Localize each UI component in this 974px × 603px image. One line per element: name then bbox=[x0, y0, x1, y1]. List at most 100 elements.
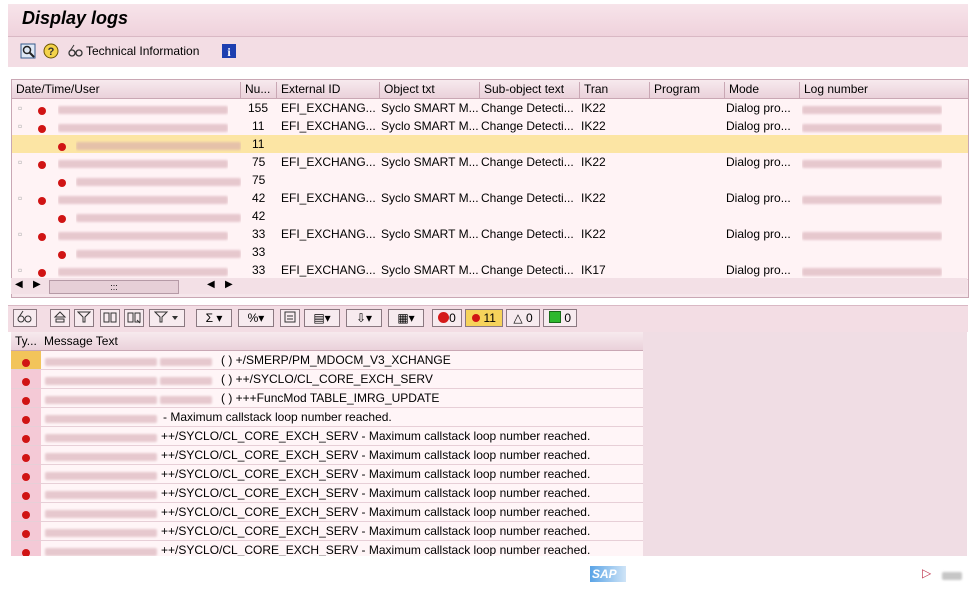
export-button[interactable]: ⇩▾ bbox=[346, 309, 382, 327]
print-button[interactable] bbox=[280, 309, 300, 327]
stop-messages-button[interactable]: 0 bbox=[432, 309, 462, 327]
transaction-code: IK22 bbox=[581, 191, 606, 205]
sub-object-text: Change Detecti... bbox=[481, 227, 574, 241]
table-row[interactable]: 42 bbox=[12, 207, 968, 226]
filter-button[interactable] bbox=[74, 309, 94, 327]
warning-count: 0 bbox=[525, 311, 533, 325]
table-row[interactable]: ▫ 11 EFI_EXCHANG... Syclo SMART M... Cha… bbox=[12, 117, 968, 136]
error-status-icon bbox=[58, 176, 66, 190]
info-messages-button[interactable]: 0 bbox=[543, 309, 577, 327]
message-row[interactable]: ++/SYCLO/CL_CORE_EXCH_SERV - Maximum cal… bbox=[11, 427, 643, 446]
sub-object-text: Change Detecti... bbox=[481, 263, 574, 277]
external-id: EFI_EXCHANG... bbox=[281, 191, 376, 205]
status-expand-icon[interactable]: ▷ bbox=[922, 566, 931, 580]
message-text: ( ) ++/SYCLO/CL_CORE_EXCH_SERV bbox=[221, 372, 433, 386]
col-message-text[interactable]: Message Text bbox=[44, 334, 118, 348]
col-number[interactable]: Nu... bbox=[241, 82, 277, 98]
sigma-icon: Σ ▾ bbox=[205, 311, 223, 325]
error-icon bbox=[22, 356, 30, 370]
col-type[interactable]: Ty... bbox=[15, 334, 37, 348]
warning-messages-button[interactable]: △ 0 bbox=[506, 309, 540, 327]
message-row[interactable]: ++/SYCLO/CL_CORE_EXCH_SERV - Maximum cal… bbox=[11, 465, 643, 484]
message-row[interactable]: ++/SYCLO/CL_CORE_EXCH_SERV - Maximum cal… bbox=[11, 484, 643, 503]
details-glasses-button[interactable] bbox=[13, 309, 37, 327]
sort-ascending-button[interactable] bbox=[50, 309, 70, 327]
message-count: 33 bbox=[252, 263, 266, 277]
message-row[interactable]: ++/SYCLO/CL_CORE_EXCH_SERV - Maximum cal… bbox=[11, 503, 643, 522]
help-icon[interactable]: ? bbox=[43, 43, 59, 59]
log-header-table: Date/Time/User Nu... External ID Object … bbox=[11, 79, 969, 298]
sub-object-text: Change Detecti... bbox=[481, 191, 574, 205]
problem-class-text bbox=[76, 246, 241, 260]
views-button[interactable]: ▤▾ bbox=[304, 309, 340, 327]
message-row[interactable]: ( ) +++FuncMod TABLE_IMRG_UPDATE bbox=[11, 389, 643, 408]
expand-node-icon[interactable]: ▫ bbox=[18, 191, 22, 205]
table-row-selected[interactable]: 11 bbox=[12, 135, 968, 154]
expand-node-icon[interactable]: ▫ bbox=[18, 101, 22, 115]
col-program[interactable]: Program bbox=[650, 82, 725, 98]
expand-node-icon[interactable]: ▫ bbox=[18, 155, 22, 169]
subtotal-button[interactable]: %▾ bbox=[238, 309, 274, 327]
print-icon bbox=[284, 311, 296, 323]
table-row[interactable]: ▫ 75 EFI_EXCHANG... Syclo SMART M... Cha… bbox=[12, 153, 968, 172]
message-row[interactable]: ++/SYCLO/CL_CORE_EXCH_SERV - Maximum cal… bbox=[11, 522, 643, 541]
col-log-number[interactable]: Log number bbox=[800, 82, 968, 98]
col-tran[interactable]: Tran bbox=[580, 82, 650, 98]
info-icon[interactable]: i bbox=[221, 43, 237, 59]
table-row[interactable]: 75 bbox=[12, 171, 968, 190]
col-sub-object-text[interactable]: Sub-object text bbox=[480, 82, 580, 98]
log-number bbox=[802, 228, 942, 242]
success-icon bbox=[548, 311, 561, 323]
scroll-left-icon[interactable]: ◀ bbox=[15, 279, 23, 290]
expand-node-icon[interactable]: ▫ bbox=[18, 227, 22, 241]
find-button[interactable] bbox=[100, 309, 120, 327]
sub-object-text: Change Detecti... bbox=[481, 119, 574, 133]
problem-class-text bbox=[76, 138, 241, 152]
message-row[interactable]: - Maximum callstack loop number reached. bbox=[11, 408, 643, 427]
object-text: Syclo SMART M... bbox=[381, 191, 479, 205]
table-row[interactable]: ▫ 155 EFI_EXCHANG... Syclo SMART M... Ch… bbox=[12, 99, 968, 118]
error-messages-button[interactable]: 11 bbox=[465, 309, 503, 327]
scroll-left-icon[interactable]: ◀ bbox=[207, 279, 215, 290]
sap-logo: SAP bbox=[590, 566, 626, 582]
error-icon bbox=[22, 451, 30, 465]
set-filter-button[interactable] bbox=[149, 309, 185, 327]
mode: Dialog pro... bbox=[726, 101, 791, 115]
expand-node-icon[interactable]: ▫ bbox=[18, 263, 22, 277]
message-row[interactable]: ++/SYCLO/CL_CORE_EXCH_SERV - Maximum cal… bbox=[11, 446, 643, 465]
date-time-user bbox=[58, 264, 228, 278]
layout-button[interactable]: ▦▾ bbox=[388, 309, 424, 327]
horizontal-scrollbar[interactable]: ◀ ▶ ::: ◀ ▶ bbox=[11, 278, 967, 294]
glasses-icon bbox=[17, 310, 32, 323]
log-number bbox=[802, 120, 942, 134]
table-row[interactable]: ▫ 33 EFI_EXCHANG... Syclo SMART M... Cha… bbox=[12, 225, 968, 244]
message-count: 33 bbox=[252, 245, 266, 259]
find-next-button[interactable] bbox=[124, 309, 144, 327]
timestamp bbox=[45, 373, 213, 387]
stop-icon bbox=[438, 312, 450, 323]
table-row[interactable]: ▫ 42 EFI_EXCHANG... Syclo SMART M... Cha… bbox=[12, 189, 968, 208]
scroll-thumb[interactable]: ::: bbox=[49, 280, 179, 294]
timestamp bbox=[45, 544, 157, 556]
col-object-txt[interactable]: Object txt bbox=[380, 82, 480, 98]
col-external-id[interactable]: External ID bbox=[277, 82, 380, 98]
message-row[interactable]: ( ) +/SMERP/PM_MDOCM_V3_XCHANGE bbox=[11, 351, 643, 370]
scroll-right-icon[interactable]: ▶ bbox=[225, 279, 233, 290]
message-row[interactable]: ( ) ++/SYCLO/CL_CORE_EXCH_SERV bbox=[11, 370, 643, 389]
expand-node-icon[interactable]: ▫ bbox=[18, 119, 22, 133]
glasses-icon[interactable] bbox=[68, 43, 84, 59]
col-date-time-user[interactable]: Date/Time/User bbox=[12, 82, 241, 98]
message-count: 42 bbox=[252, 209, 266, 223]
message-count: 11 bbox=[252, 119, 265, 133]
table-row[interactable]: 33 bbox=[12, 243, 968, 262]
col-mode[interactable]: Mode bbox=[725, 82, 800, 98]
message-row[interactable]: ++/SYCLO/CL_CORE_EXCH_SERV - Maximum cal… bbox=[11, 541, 643, 556]
search-icon[interactable] bbox=[20, 43, 36, 59]
error-icon bbox=[22, 413, 30, 427]
technical-information-button[interactable]: Technical Information bbox=[86, 44, 199, 58]
status-bar: SAP ▷ bbox=[0, 560, 974, 603]
window-title: Display logs bbox=[22, 8, 129, 28]
total-button[interactable]: Σ ▾ bbox=[196, 309, 232, 327]
scroll-right-icon[interactable]: ▶ bbox=[33, 279, 41, 290]
error-icon bbox=[22, 546, 30, 556]
